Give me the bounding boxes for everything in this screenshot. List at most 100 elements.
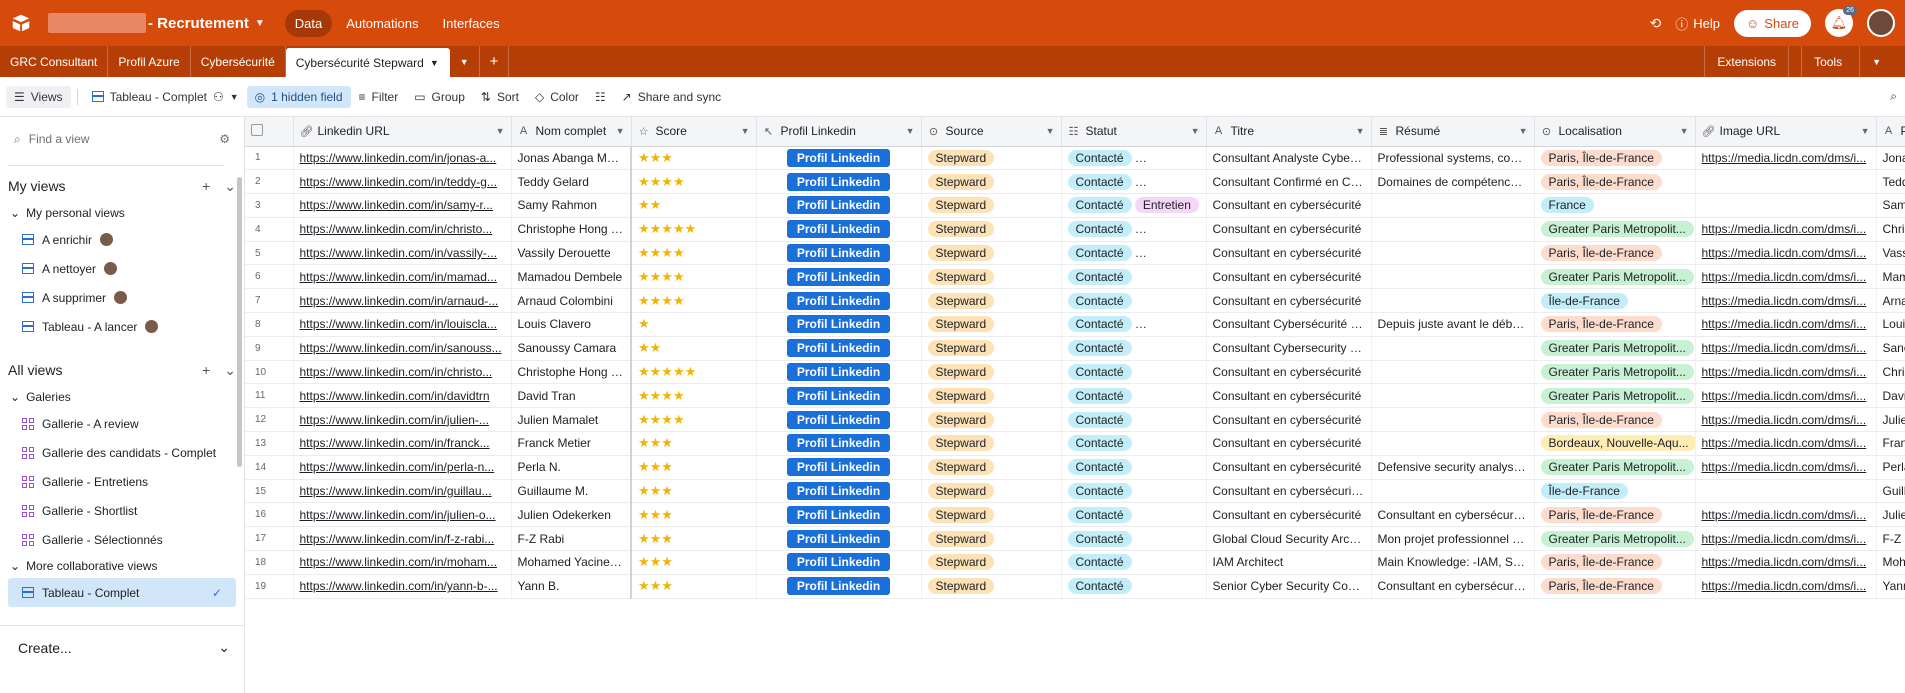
localisation-cell[interactable]: Bordeaux, Nouvelle-Aqu...: [1534, 431, 1696, 456]
hidden-fields-button[interactable]: ◎ 1 hidden field: [246, 85, 351, 108]
p-cell[interactable]: Arna: [1876, 288, 1905, 314]
name-cell[interactable]: Vassily Derouette: [511, 241, 632, 266]
score-cell[interactable]: ★★★★★: [631, 217, 757, 242]
resume-cell[interactable]: [1371, 336, 1535, 361]
resume-cell[interactable]: [1371, 193, 1535, 218]
linkedin-url-link[interactable]: https://www.linkedin.com/in/f-z-rabi...: [300, 532, 495, 546]
name-cell[interactable]: Perla N.: [511, 455, 632, 480]
source-cell[interactable]: Stepward: [921, 193, 1062, 218]
profil-linkedin-button[interactable]: Profil Linkedin: [786, 505, 891, 524]
galeries-group[interactable]: ⌄ Galeries: [0, 385, 244, 409]
airtable-logo-icon[interactable]: [10, 12, 32, 34]
score-cell[interactable]: ★★★★: [631, 288, 757, 314]
chevron-down-icon[interactable]: ⌄: [224, 178, 236, 195]
sort-button[interactable]: ⇅ Sort: [473, 86, 527, 108]
name-cell[interactable]: Teddy Gelard: [511, 169, 632, 195]
all-views-header[interactable]: All views + ⌄: [0, 355, 244, 385]
linkedin-url-link[interactable]: https://www.linkedin.com/in/guillau...: [300, 484, 492, 498]
linkedin-url-link[interactable]: https://www.linkedin.com/in/julien-o...: [300, 508, 496, 522]
profil-linkedin-button[interactable]: Profil Linkedin: [786, 148, 891, 167]
table-row[interactable]: 3 https://www.linkedin.com/in/samy-r... …: [245, 193, 1905, 218]
view-gallerie-a-review[interactable]: Gallerie - A review: [0, 409, 244, 438]
source-cell[interactable]: Stepward: [921, 479, 1062, 504]
extensions-button[interactable]: Extensions: [1704, 46, 1788, 77]
profil-linkedin-button[interactable]: Profil Linkedin: [786, 172, 891, 191]
chevron-down-icon[interactable]: ▼: [741, 126, 750, 136]
linkedin-url-cell[interactable]: https://www.linkedin.com/in/jonas-a...: [293, 146, 512, 171]
column-header[interactable]: ⊙ Localisation ▼: [1534, 117, 1696, 147]
source-cell[interactable]: Stepward: [921, 455, 1062, 480]
statut-cell[interactable]: Contacté: [1061, 502, 1207, 528]
create-view-section[interactable]: Create... ⌄: [0, 625, 244, 669]
p-cell[interactable]: David: [1876, 383, 1905, 409]
titre-cell[interactable]: Consultant en cybersécurité: [1206, 407, 1372, 433]
score-stars[interactable]: ★★★: [638, 578, 673, 593]
image-url-cell[interactable]: https://media.licdn.com/dms/i...: [1695, 550, 1877, 575]
source-cell[interactable]: Stepward: [921, 431, 1062, 456]
p-cell[interactable]: Vassi: [1876, 241, 1905, 266]
p-cell[interactable]: F-Z: [1876, 526, 1905, 552]
tab-profil-azure[interactable]: Profil Azure: [108, 46, 191, 77]
profil-linkedin-button[interactable]: Profil Linkedin: [786, 529, 891, 548]
image-url-link[interactable]: https://media.licdn.com/dms/i...: [1702, 389, 1867, 403]
image-url-cell[interactable]: [1695, 479, 1877, 504]
profil-linkedin-button[interactable]: Profil Linkedin: [786, 458, 891, 477]
linkedin-url-link[interactable]: https://www.linkedin.com/in/christo...: [300, 365, 493, 379]
resume-cell[interactable]: [1371, 383, 1535, 409]
filter-button[interactable]: ≡ Filter: [351, 86, 407, 108]
score-cell[interactable]: ★★★★★: [631, 360, 757, 385]
statut-cell[interactable]: Contacté: [1061, 479, 1207, 504]
score-stars[interactable]: ★★: [638, 340, 661, 355]
name-cell[interactable]: Sanoussy Camara: [511, 336, 632, 361]
column-header[interactable]: ≣ Résumé ▼: [1371, 117, 1535, 147]
localisation-cell[interactable]: Greater Paris Metropolit...: [1534, 526, 1696, 552]
linkedin-url-link[interactable]: https://www.linkedin.com/in/mamad...: [300, 270, 497, 284]
table-row[interactable]: 14 https://www.linkedin.com/in/perla-n..…: [245, 455, 1905, 480]
table-row[interactable]: 8 https://www.linkedin.com/in/louiscla..…: [245, 312, 1905, 337]
statut-cell[interactable]: Contacté: [1061, 526, 1207, 552]
tab-cybersecurite-stepward[interactable]: Cybersécurité Stepward ▼: [285, 48, 450, 77]
linkedin-url-link[interactable]: https://www.linkedin.com/in/teddy-g...: [300, 175, 497, 189]
table-row[interactable]: 4 https://www.linkedin.com/in/christo...…: [245, 217, 1905, 242]
column-header[interactable]: 🔗︎ Linkedin URL ▼: [293, 117, 512, 147]
profil-linkedin-button[interactable]: Profil Linkedin: [786, 291, 891, 310]
image-url-cell[interactable]: https://media.licdn.com/dms/i...: [1695, 431, 1877, 456]
name-cell[interactable]: F-Z Rabi: [511, 526, 632, 552]
titre-cell[interactable]: Consultant en cybersécurité: [1206, 241, 1372, 266]
image-url-link[interactable]: https://media.licdn.com/dms/i...: [1702, 413, 1867, 427]
linkedin-url-cell[interactable]: https://www.linkedin.com/in/christo...: [293, 217, 512, 242]
profil-linkedin-button[interactable]: Profil Linkedin: [786, 315, 891, 334]
resume-cell[interactable]: Consultant en cybersécurit...: [1371, 574, 1535, 599]
statut-cell[interactable]: Contacté: [1061, 383, 1207, 409]
image-url-link[interactable]: https://media.licdn.com/dms/i...: [1702, 317, 1867, 331]
table-row[interactable]: 7 https://www.linkedin.com/in/arnaud-...…: [245, 288, 1905, 314]
history-icon[interactable]: ⟲: [1650, 15, 1662, 32]
base-title[interactable]: - Recrutement ▼: [48, 13, 265, 33]
score-stars[interactable]: ★★★: [638, 531, 673, 546]
view-tableau-complet[interactable]: Tableau - Complet ✓: [8, 578, 236, 607]
score-cell[interactable]: ★★★: [631, 526, 757, 552]
profil-linkedin-button[interactable]: Profil Linkedin: [786, 244, 891, 263]
score-stars[interactable]: ★★★★: [638, 245, 685, 260]
resume-cell[interactable]: Main Knowledge: -IAM, SS...: [1371, 550, 1535, 575]
image-url-cell[interactable]: https://media.licdn.com/dms/i...: [1695, 502, 1877, 528]
name-cell[interactable]: Julien Odekerken: [511, 502, 632, 528]
titre-cell[interactable]: Consultant en cybersécurité: [1206, 383, 1372, 409]
column-header[interactable]: A Nom complet ▼: [511, 117, 632, 147]
linkedin-url-cell[interactable]: https://www.linkedin.com/in/arnaud-...: [293, 288, 512, 314]
profil-linkedin-button[interactable]: Profil Linkedin: [786, 434, 891, 453]
image-url-link[interactable]: https://media.licdn.com/dms/i...: [1702, 294, 1867, 308]
nav-interfaces[interactable]: Interfaces: [433, 10, 510, 37]
titre-cell[interactable]: Consultant en cybersécurité: [1206, 264, 1372, 290]
chevron-down-icon[interactable]: ▼: [1519, 126, 1528, 136]
score-cell[interactable]: ★★: [631, 193, 757, 218]
chevron-down-icon[interactable]: ▼: [496, 126, 505, 136]
search-icon[interactable]: ⌕: [1890, 89, 1897, 104]
linkedin-url-link[interactable]: https://www.linkedin.com/in/louiscla...: [300, 317, 497, 331]
column-header[interactable]: ⊙ Source ▼: [921, 117, 1062, 147]
resume-cell[interactable]: [1371, 241, 1535, 266]
view-gallerie-entretiens[interactable]: Gallerie - Entretiens: [0, 467, 244, 496]
share-button[interactable]: ☺ Share: [1734, 9, 1811, 37]
score-stars[interactable]: ★★★★: [638, 412, 685, 427]
statut-cell[interactable]: Contacté: [1061, 336, 1207, 361]
